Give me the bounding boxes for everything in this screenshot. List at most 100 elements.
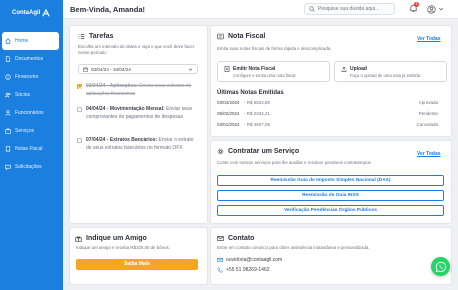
task-checkbox[interactable] bbox=[77, 106, 82, 112]
receipt-icon bbox=[5, 146, 11, 152]
ultimas-notas-heading: Últimas Notas Emitidas bbox=[217, 90, 284, 96]
user-icon bbox=[427, 4, 436, 14]
gear-icon bbox=[217, 148, 224, 155]
tarefas-title-text: Tarefas bbox=[89, 33, 114, 40]
emitir-nota-title: Emitir Nota Fiscal bbox=[233, 66, 276, 72]
logo[interactable]: ContaAgil bbox=[0, 0, 63, 26]
servico-subtitle: Conte com nossos serviços para lhe auxil… bbox=[217, 160, 372, 165]
phone-icon bbox=[217, 267, 223, 273]
sidebar-item-label: Solicitações bbox=[15, 164, 42, 170]
search-input[interactable] bbox=[318, 6, 394, 12]
nota-date: 05/02/2024 bbox=[217, 111, 240, 116]
document-icon bbox=[5, 56, 11, 62]
saiba-mais-button[interactable]: Saiba Mais bbox=[76, 259, 198, 270]
contato-card: Contato Entre em contato conosco para ob… bbox=[210, 227, 452, 285]
document-add-icon bbox=[224, 66, 230, 72]
ver-todas-servicos-link[interactable]: Ver Todas bbox=[417, 151, 441, 157]
tarefas-card: Tarefas Escolha um intervalo de datas e … bbox=[69, 25, 208, 224]
emitir-nota-button[interactable]: Emitir Nota Fiscal Configure e emita uma… bbox=[217, 61, 330, 82]
contato-subtitle: Entre em contato conosco para obter assi… bbox=[217, 245, 370, 250]
task-item[interactable]: 03/04/24 - Aplicações: Enviar seus extra… bbox=[77, 83, 194, 98]
sidebar: ContaAgil Home Documentos Financeiro Sóc… bbox=[0, 0, 63, 290]
sidebar-item-financeiro[interactable]: Financeiro bbox=[0, 68, 63, 86]
whatsapp-button[interactable] bbox=[431, 257, 450, 276]
nota-date: 03/04/2024 bbox=[217, 100, 240, 105]
upload-nota-desc: Faça o upload de uma nota já emitida bbox=[350, 73, 421, 78]
task-item[interactable]: 04/04/24 - Movimentação Mensal: Enviar s… bbox=[77, 106, 194, 121]
sidebar-item-label: Home bbox=[15, 38, 29, 44]
task-checkbox[interactable] bbox=[77, 83, 82, 89]
sidebar-item-label: Documentos bbox=[15, 56, 44, 62]
list-icon bbox=[78, 33, 85, 40]
date-range-value: 03/04/24 - 10/04/24 bbox=[91, 66, 131, 72]
user-menu[interactable] bbox=[427, 4, 449, 14]
top-header: Bem-Vinda, Amanda! 1 bbox=[63, 0, 458, 19]
date-range-select[interactable]: 03/04/24 - 10/04/24 bbox=[78, 64, 198, 74]
upload-nota-title: Upload bbox=[350, 66, 367, 72]
sidebar-item-notas-fiscal[interactable]: Notas Fiscal bbox=[0, 140, 63, 158]
logo-text: ContaAgil bbox=[12, 10, 41, 16]
upload-icon bbox=[341, 66, 347, 72]
nota-fiscal-subtitle: Emita suas notas fiscais de forma rápida… bbox=[217, 46, 332, 51]
nota-value: - R$ 4607,06 bbox=[244, 122, 271, 127]
sidebar-item-label: Funcionários bbox=[15, 110, 44, 116]
nota-fiscal-card: Nota Fiscal Ver Todas Emita suas notas f… bbox=[210, 25, 452, 137]
contact-phone-text: +55 51 98269-1462 bbox=[226, 267, 270, 273]
nota-status: Cancelada bbox=[416, 122, 438, 127]
task-title: 03/04/24 - Aplicações: bbox=[86, 83, 138, 89]
greeting: Bem-Vinda, Amanda! bbox=[70, 5, 146, 14]
servico-title: Contratar um Serviço bbox=[217, 148, 299, 155]
sidebar-item-servicos[interactable]: Serviços bbox=[0, 122, 63, 140]
contato-title: Contato bbox=[217, 235, 254, 242]
users-icon bbox=[5, 92, 11, 98]
sidebar-item-socios[interactable]: Sócios bbox=[0, 86, 63, 104]
task-text: 03/04/24 - Aplicações: Enviar seus extra… bbox=[86, 83, 194, 98]
servico-inss-button[interactable]: Reemissão de Guia INSS bbox=[217, 190, 444, 201]
contact-card-icon bbox=[217, 235, 224, 242]
search-box[interactable] bbox=[304, 3, 395, 15]
tarefas-title: Tarefas bbox=[78, 33, 113, 40]
servico-card: Contratar um Serviço Ver Todas Conte com… bbox=[210, 140, 452, 224]
contact-phone[interactable]: +55 51 98269-1462 bbox=[217, 267, 270, 273]
nota-status: Aprovada bbox=[418, 100, 438, 105]
task-item[interactable]: 07/04/24 - Extratos Bancários: Enviar o … bbox=[77, 137, 194, 152]
task-title: 07/04/24 - Extratos Bancários: bbox=[86, 137, 158, 143]
sidebar-item-label: Serviços bbox=[15, 128, 35, 134]
sidebar-item-label: Financeiro bbox=[15, 74, 39, 80]
sidebar-item-home[interactable]: Home bbox=[2, 32, 59, 50]
chevron-down-icon bbox=[188, 68, 193, 71]
servico-pendencias-button[interactable]: Verificação Pendências Órgãos Públicos bbox=[217, 205, 444, 216]
servico-title-text: Contratar um Serviço bbox=[228, 148, 300, 155]
tarefas-subtitle: Escolha um intervalo de datas e veja o q… bbox=[78, 44, 195, 55]
upload-nota-button[interactable]: Upload Faça o upload de uma nota já emit… bbox=[334, 61, 447, 82]
nota-status: Pendente bbox=[418, 111, 438, 116]
nota-fiscal-title-text: Nota Fiscal bbox=[228, 33, 266, 40]
employees-icon bbox=[5, 110, 11, 116]
nota-row[interactable]: 03/04/2024 - R$ 6534,80 Aprovada bbox=[217, 99, 438, 108]
sidebar-nav: Home Documentos Financeiro Sócios Funcio… bbox=[0, 32, 63, 176]
task-title: 04/04/24 - Movimentação Mensal: bbox=[86, 106, 165, 112]
sidebar-item-funcionarios[interactable]: Funcionários bbox=[0, 104, 63, 122]
sidebar-item-label: Sócios bbox=[15, 92, 31, 98]
task-text: 07/04/24 - Extratos Bancários: Enviar o … bbox=[86, 137, 194, 152]
sidebar-item-solicitacoes[interactable]: Solicitações bbox=[0, 158, 63, 176]
receipt-icon bbox=[217, 33, 224, 40]
task-text: 04/04/24 - Movimentação Mensal: Enviar s… bbox=[86, 106, 194, 121]
contato-title-text: Contato bbox=[228, 235, 255, 242]
contact-email[interactable]: ouvidoria@contaagil.com bbox=[217, 257, 282, 263]
mail-icon bbox=[217, 257, 223, 263]
chevron-down-icon bbox=[438, 7, 444, 11]
briefcase-icon bbox=[5, 128, 11, 134]
indique-subtitle: Indique um amigo e receba R$100,00 de bô… bbox=[76, 245, 170, 250]
contact-email-text: ouvidoria@contaagil.com bbox=[226, 257, 283, 263]
dollar-icon bbox=[5, 74, 11, 80]
nota-fiscal-title: Nota Fiscal bbox=[217, 33, 265, 40]
nota-row[interactable]: 03/01/2024 - R$ 4607,06 Cancelada bbox=[217, 121, 438, 130]
servico-das-button[interactable]: Reemissão Guia de Imposto Simples Nacion… bbox=[217, 175, 444, 186]
nota-row[interactable]: 05/02/2024 - R$ 2334,21 Pendente bbox=[217, 110, 438, 119]
gift-icon bbox=[75, 235, 82, 242]
emitir-nota-desc: Configure e emita uma nota fiscal bbox=[233, 73, 296, 78]
sidebar-item-documentos[interactable]: Documentos bbox=[0, 50, 63, 68]
task-checkbox[interactable] bbox=[77, 137, 82, 143]
ver-todas-notas-link[interactable]: Ver Todas bbox=[417, 36, 441, 42]
